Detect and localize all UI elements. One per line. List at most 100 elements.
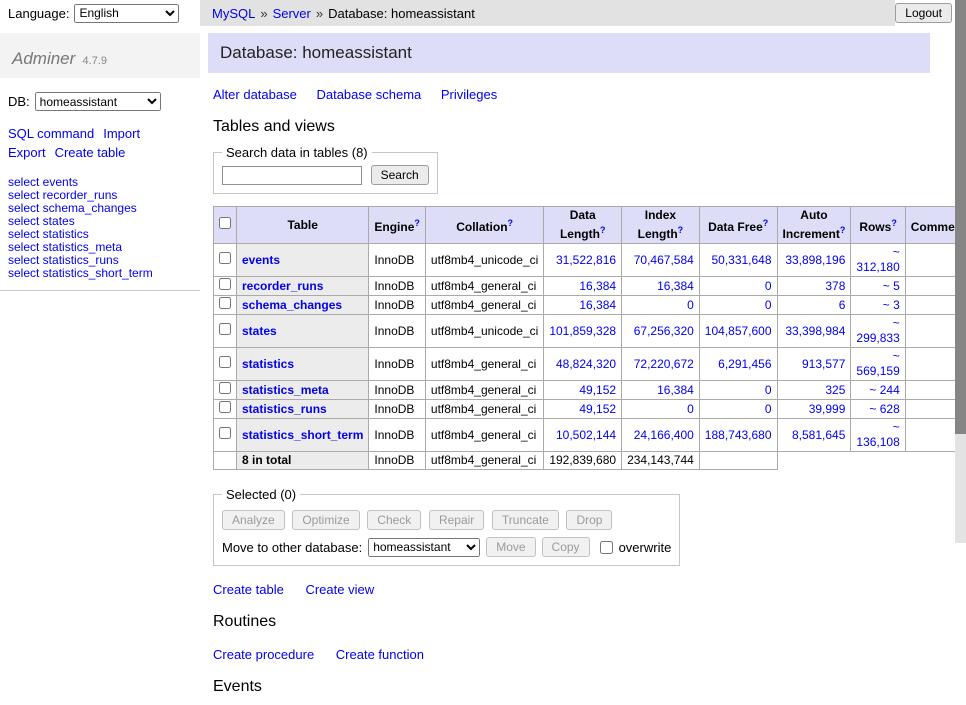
table-link[interactable]: statistics_runs (242, 402, 327, 416)
auto-increment-link[interactable]: 6 (839, 298, 846, 312)
table-link[interactable]: statistics_short_term (242, 428, 363, 442)
table-link[interactable]: statistics_meta (242, 383, 329, 397)
collation-cell: utf8mb4_general_ci (425, 277, 543, 296)
sidebar-item-statistics-meta[interactable]: select statistics_meta (8, 241, 192, 254)
search-input[interactable] (222, 166, 362, 185)
vertical-scrollbar[interactable] (955, 0, 966, 543)
search-button[interactable]: Search (371, 165, 429, 185)
rows-help-link[interactable]: ? (891, 218, 897, 228)
index-length-link[interactable]: 16,384 (657, 279, 694, 293)
row-select-checkbox[interactable] (219, 382, 231, 394)
overwrite-checkbox[interactable] (600, 541, 613, 554)
row-select-checkbox[interactable] (219, 401, 231, 413)
data-free-link[interactable]: 0 (765, 279, 772, 293)
total-data-length-cell: 192,839,680 (544, 452, 622, 470)
auto-increment-link[interactable]: 325 (825, 383, 845, 397)
create-procedure-link[interactable]: Create procedure (213, 647, 314, 662)
sidebar-item-statistics[interactable]: select statistics (8, 228, 192, 241)
index-length-link[interactable]: 67,256,320 (634, 324, 694, 338)
alter-database-link[interactable]: Alter database (213, 87, 297, 102)
database-schema-link[interactable]: Database schema (316, 87, 421, 102)
app-name[interactable]: Adminer (12, 49, 75, 68)
breadcrumb-server-link[interactable]: Server (273, 6, 311, 21)
auto-increment-link[interactable]: 33,398,984 (785, 324, 845, 338)
rows-count-link[interactable]: ~ 3 (883, 298, 900, 312)
sidebar-import-link[interactable]: Import (103, 126, 140, 141)
row-select-checkbox[interactable] (219, 356, 231, 368)
data-length-link[interactable]: 101,859,328 (549, 324, 616, 338)
rows-count-link[interactable]: ~ 299,833 (856, 316, 899, 345)
engine-help-link[interactable]: ? (414, 218, 420, 228)
data-length-link[interactable]: 49,152 (579, 383, 616, 397)
repair-button: Repair (429, 510, 484, 530)
logout-button[interactable]: Logout (895, 3, 952, 23)
auto-increment-link[interactable]: 913,577 (802, 357, 845, 371)
sidebar-export-link[interactable]: Export (8, 145, 46, 160)
table-link[interactable]: events (242, 253, 280, 267)
data-length-link[interactable]: 49,152 (579, 402, 616, 416)
sidebar-item-schema-changes[interactable]: select schema_changes (8, 202, 192, 215)
data-length-link[interactable]: 31,522,816 (556, 253, 616, 267)
rows-count-link[interactable]: ~ 244 (869, 383, 899, 397)
index-length-link[interactable]: 72,220,672 (634, 357, 694, 371)
data-length-link[interactable]: 48,824,320 (556, 357, 616, 371)
table-link[interactable]: states (242, 324, 277, 338)
row-select-checkbox[interactable] (219, 297, 231, 309)
sidebar-item-events[interactable]: select events (8, 176, 192, 189)
rows-count-link[interactable]: ~ 628 (869, 402, 899, 416)
auto-increment-link[interactable]: 8,581,645 (792, 428, 845, 442)
data-free-link[interactable]: 104,857,600 (705, 324, 772, 338)
row-select-checkbox[interactable] (219, 427, 231, 439)
data-free-link[interactable]: 6,291,456 (718, 357, 771, 371)
breadcrumb-mysql-link[interactable]: MySQL (212, 6, 255, 21)
data-length-link[interactable]: 10,502,144 (556, 428, 616, 442)
collation-help-link[interactable]: ? (508, 218, 514, 228)
create-view-link[interactable]: Create view (305, 582, 374, 597)
data-free-link[interactable]: 0 (765, 383, 772, 397)
rows-count-link[interactable]: ~ 136,108 (856, 420, 899, 449)
index-length-link[interactable]: 0 (687, 402, 694, 416)
auto-increment-link[interactable]: 39,999 (809, 402, 846, 416)
index-length-link[interactable]: 24,166,400 (634, 428, 694, 442)
rows-count-link[interactable]: ~ 569,159 (856, 349, 899, 378)
row-select-checkbox[interactable] (219, 252, 231, 264)
index-length-help-link[interactable]: ? (678, 225, 684, 235)
scrollbar-thumb[interactable] (955, 0, 966, 434)
db-select[interactable]: homeassistant (35, 92, 161, 111)
sidebar-item-recorder-runs[interactable]: select recorder_runs (8, 189, 192, 202)
data-length-link[interactable]: 16,384 (579, 279, 616, 293)
data-free-help-link[interactable]: ? (763, 218, 769, 228)
auto-increment-link[interactable]: 378 (825, 279, 845, 293)
sidebar-item-states[interactable]: select states (8, 215, 192, 228)
table-link[interactable]: recorder_runs (242, 279, 323, 293)
move-db-select[interactable]: homeassistant (368, 538, 480, 557)
rows-count-link[interactable]: ~ 312,180 (856, 245, 899, 274)
row-select-checkbox[interactable] (219, 278, 231, 290)
privileges-link[interactable]: Privileges (441, 87, 497, 102)
select-all-checkbox[interactable] (219, 217, 231, 229)
sidebar-item-statistics-short-term[interactable]: select statistics_short_term (8, 267, 192, 280)
data-length-help-link[interactable]: ? (600, 225, 606, 235)
sidebar-sql-command-link[interactable]: SQL command (8, 126, 94, 141)
create-function-link[interactable]: Create function (336, 647, 424, 662)
sidebar-create-table-link[interactable]: Create table (55, 145, 126, 160)
data-free-link[interactable]: 188,743,680 (705, 428, 772, 442)
collation-cell: utf8mb4_general_ci (425, 348, 543, 381)
table-link[interactable]: statistics (242, 357, 294, 371)
row-select-checkbox[interactable] (219, 323, 231, 335)
create-table-link[interactable]: Create table (213, 582, 284, 597)
sidebar-item-statistics-runs[interactable]: select statistics_runs (8, 254, 192, 267)
index-length-link[interactable]: 16,384 (657, 383, 694, 397)
auto-increment-help-link[interactable]: ? (840, 225, 846, 235)
table-link[interactable]: schema_changes (242, 298, 342, 312)
data-free-link[interactable]: 50,331,648 (711, 253, 771, 267)
index-length-link[interactable]: 0 (687, 298, 694, 312)
data-free-link[interactable]: 0 (765, 298, 772, 312)
language-select[interactable]: English (74, 4, 179, 23)
auto-increment-link[interactable]: 33,898,196 (785, 253, 845, 267)
rows-count-link[interactable]: ~ 5 (883, 279, 900, 293)
index-length-link[interactable]: 70,467,584 (634, 253, 694, 267)
data-length-link[interactable]: 16,384 (579, 298, 616, 312)
data-free-link[interactable]: 0 (765, 402, 772, 416)
analyze-button: Analyze (222, 510, 285, 530)
